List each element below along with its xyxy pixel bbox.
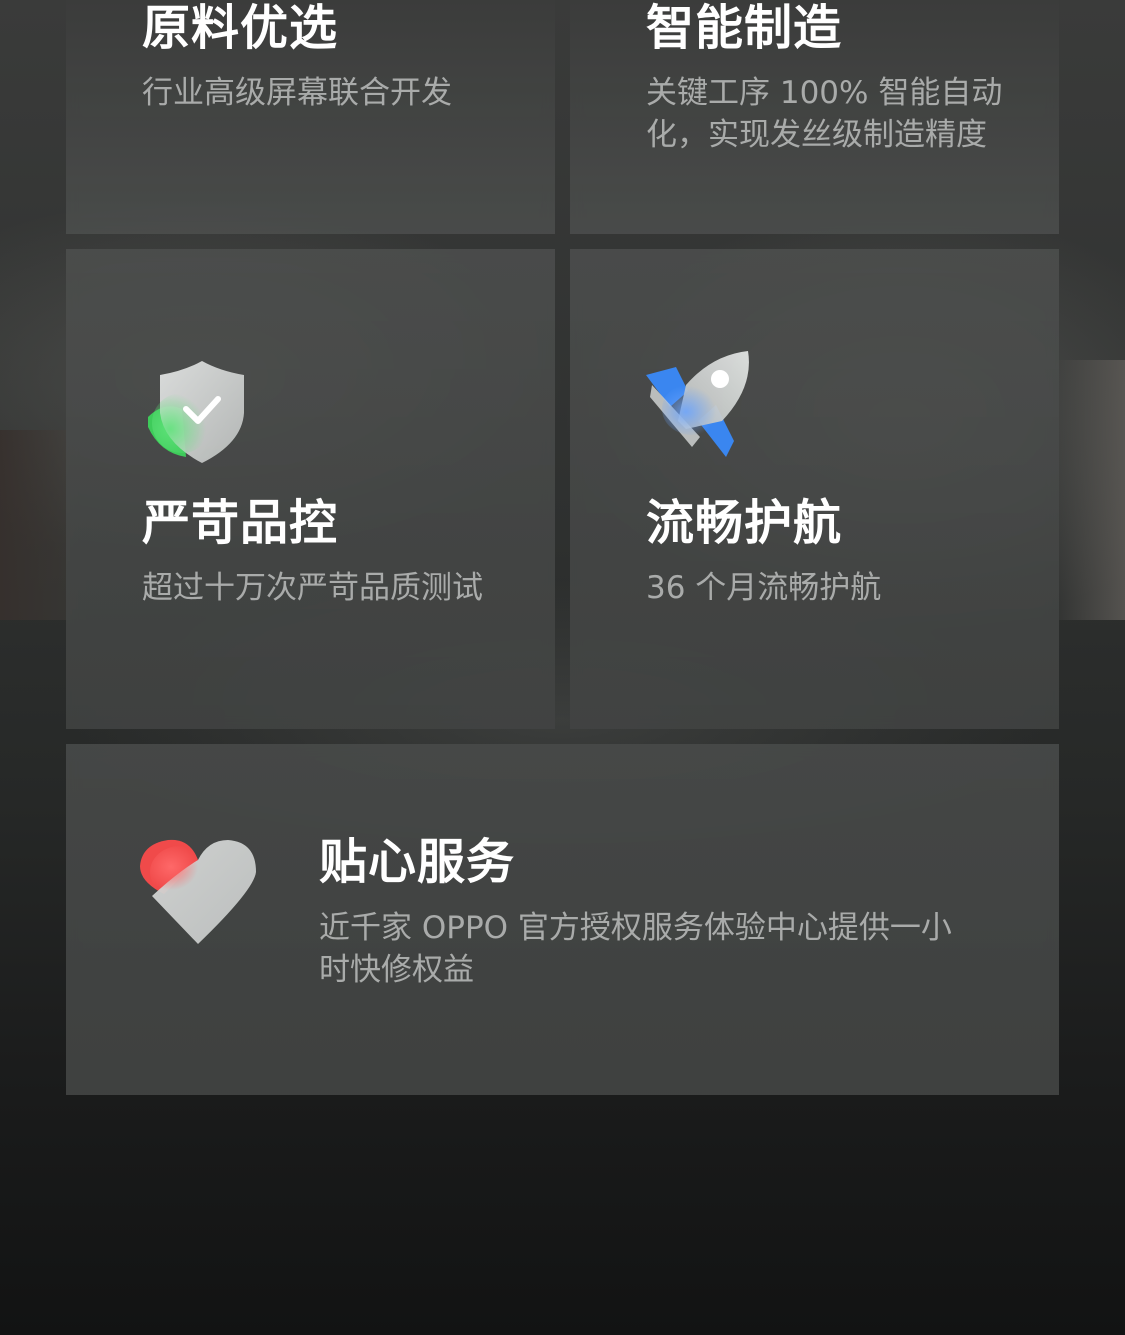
feature-description: 36 个月流畅护航 xyxy=(646,570,882,606)
feature-title: 智能制造 xyxy=(646,0,843,56)
background-detail-right xyxy=(1059,360,1125,620)
rocket-icon xyxy=(642,347,758,463)
feature-title: 流畅护航 xyxy=(646,495,843,551)
feature-description: 近千家 OPPO 官方授权服务体验中心提供一小时快修权益 xyxy=(319,910,952,988)
feature-card-quality-control: 严苛品控 超过十万次严苛品质测试 xyxy=(66,249,555,729)
shield-check-icon xyxy=(142,357,252,467)
heart-icon xyxy=(138,836,258,948)
feature-title: 原料优选 xyxy=(142,0,339,56)
feature-card-service: 贴心服务 近千家 OPPO 官方授权服务体验中心提供一小时快修权益 xyxy=(66,744,1059,1095)
feature-description: 行业高级屏幕联合开发 xyxy=(142,75,452,111)
feature-title: 严苛品控 xyxy=(142,495,339,551)
feature-description: 关键工序 100% 智能自动化，实现发丝级制造精度 xyxy=(646,75,1003,153)
background-detail-left xyxy=(0,430,70,620)
feature-card-manufacturing: 智能制造 关键工序 100% 智能自动化，实现发丝级制造精度 xyxy=(570,0,1059,234)
feature-description: 超过十万次严苛品质测试 xyxy=(142,570,483,606)
feature-card-smooth-performance: 流畅护航 36 个月流畅护航 xyxy=(570,249,1059,729)
feature-card-materials: 原料优选 行业高级屏幕联合开发 xyxy=(66,0,555,234)
feature-title: 贴心服务 xyxy=(319,834,516,890)
